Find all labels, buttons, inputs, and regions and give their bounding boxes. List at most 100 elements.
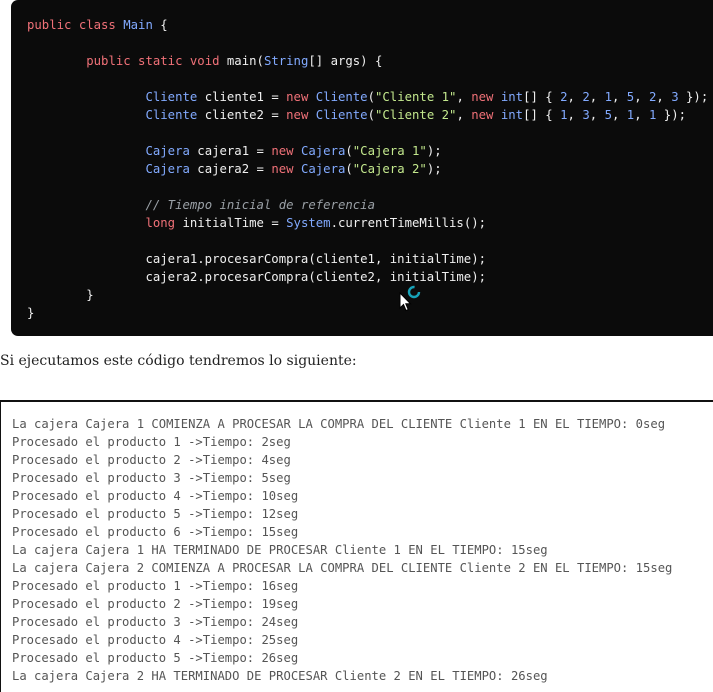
code-token: cajera1 =	[189, 144, 272, 158]
output-line: Procesado el producto 3 ->Tiempo: 5seg	[12, 471, 291, 485]
code-token: "Cliente 1"	[375, 90, 457, 104]
code-token: ,	[589, 108, 605, 122]
code-line: Cajera cajera1 = new Cajera("Cajera 1");	[27, 142, 708, 160]
code-token: new	[286, 108, 316, 122]
code-token: long	[145, 216, 183, 230]
code-token: new	[286, 90, 316, 104]
code-token: Cliente	[315, 108, 368, 122]
code-token: String	[263, 54, 309, 68]
code-token: Cajera	[300, 144, 346, 158]
output-line: La cajera Cajera 1 HA TERMINADO DE PROCE…	[12, 543, 548, 557]
code-token: );	[426, 144, 442, 158]
code-token: ,	[567, 108, 583, 122]
code-line: cajera2.procesarCompra(cliente2, initial…	[27, 268, 708, 286]
code-token: [] args) {	[308, 54, 383, 68]
code-token: );	[426, 162, 442, 176]
code-line: Cliente cliente1 = new Cliente("Cliente …	[27, 88, 708, 106]
code-token: Cliente	[145, 90, 198, 104]
code-token: ,	[656, 90, 672, 104]
code-token: }	[27, 288, 94, 302]
code-token: // Tiempo inicial de referencia	[145, 198, 375, 212]
code-token: 5	[604, 108, 612, 122]
mouse-pointer-icon	[399, 292, 412, 312]
code-token: initialTime =	[182, 216, 287, 230]
code-token: main(	[226, 54, 264, 68]
code-token: ,	[567, 90, 583, 104]
intro-sentence: Si ejecutamos este código tendremos lo s…	[0, 353, 357, 369]
code-block: public class Main { public static void m…	[11, 0, 713, 336]
java-code: public class Main { public static void m…	[27, 16, 708, 322]
code-token: public class	[27, 18, 124, 32]
code-token: ,	[634, 108, 649, 122]
code-token: Cliente	[315, 90, 368, 104]
code-token: cliente2 =	[197, 108, 287, 122]
code-token: ,	[611, 90, 627, 104]
code-token: System	[286, 216, 331, 230]
code-token: public static void	[86, 54, 227, 68]
code-token: });	[678, 90, 709, 104]
code-token: ,	[634, 90, 649, 104]
code-line: }	[27, 304, 708, 322]
code-line: Cliente cliente2 = new Cliente("Cliente …	[27, 106, 708, 124]
code-token: "Cajera 1"	[352, 144, 427, 158]
code-token: cajera1.procesarCompra(cliente1, initial…	[27, 252, 487, 266]
code-token: cliente1 =	[197, 90, 287, 104]
code-token: ,	[589, 90, 605, 104]
code-token: cajera2.procesarCompra(cliente2, initial…	[27, 270, 487, 284]
code-token: 2	[560, 90, 568, 104]
output-line: Procesado el producto 2 ->Tiempo: 19seg	[12, 597, 299, 611]
code-token: {	[152, 18, 168, 32]
output-line: La cajera Cajera 2 COMIENZA A PROCESAR L…	[12, 561, 673, 575]
code-line: public class Main {	[27, 16, 708, 34]
code-token: cajera2 =	[189, 162, 272, 176]
code-token: int	[500, 90, 524, 104]
output-line: Procesado el producto 2 ->Tiempo: 4seg	[12, 453, 291, 467]
code-line: }	[27, 286, 708, 304]
console-output-text: La cajera Cajera 1 COMIENZA A PROCESAR L…	[12, 415, 672, 685]
code-token: 1	[560, 108, 568, 122]
output-line: Procesado el producto 5 ->Tiempo: 26seg	[12, 651, 299, 665]
code-token: Cajera	[145, 162, 190, 176]
code-token: });	[656, 108, 687, 122]
code-token: [] {	[523, 108, 561, 122]
output-line: Procesado el producto 5 ->Tiempo: 12seg	[12, 507, 299, 521]
code-token: new	[271, 144, 301, 158]
code-token: ,	[611, 108, 627, 122]
code-line: Cajera cajera2 = new Cajera("Cajera 2");	[27, 160, 708, 178]
code-line: // Tiempo inicial de referencia	[27, 196, 708, 214]
output-line: Procesado el producto 1 ->Tiempo: 16seg	[12, 579, 299, 593]
code-token: }	[27, 306, 35, 320]
code-token: (	[367, 90, 375, 104]
output-line: Procesado el producto 1 ->Tiempo: 2seg	[12, 435, 291, 449]
code-token: new	[471, 108, 501, 122]
output-line: Procesado el producto 3 ->Tiempo: 24seg	[12, 615, 299, 629]
code-token: .currentTimeMillis();	[330, 216, 487, 230]
code-token: [] {	[523, 90, 561, 104]
code-token: (	[345, 162, 353, 176]
code-token: Cajera	[145, 144, 190, 158]
code-token: (	[345, 144, 353, 158]
code-line: public static void main(String[] args) {	[27, 52, 708, 70]
code-token: new	[271, 162, 301, 176]
code-token: Main	[123, 18, 153, 32]
code-token: int	[500, 108, 524, 122]
output-line: La cajera Cajera 1 COMIENZA A PROCESAR L…	[12, 417, 666, 431]
code-token: 3	[582, 108, 590, 122]
code-token: (	[367, 108, 375, 122]
output-line: Procesado el producto 4 ->Tiempo: 10seg	[12, 489, 299, 503]
code-token: ,	[456, 108, 472, 122]
code-token: Cajera	[300, 162, 346, 176]
code-token: 2	[582, 90, 590, 104]
code-token: new	[471, 90, 501, 104]
